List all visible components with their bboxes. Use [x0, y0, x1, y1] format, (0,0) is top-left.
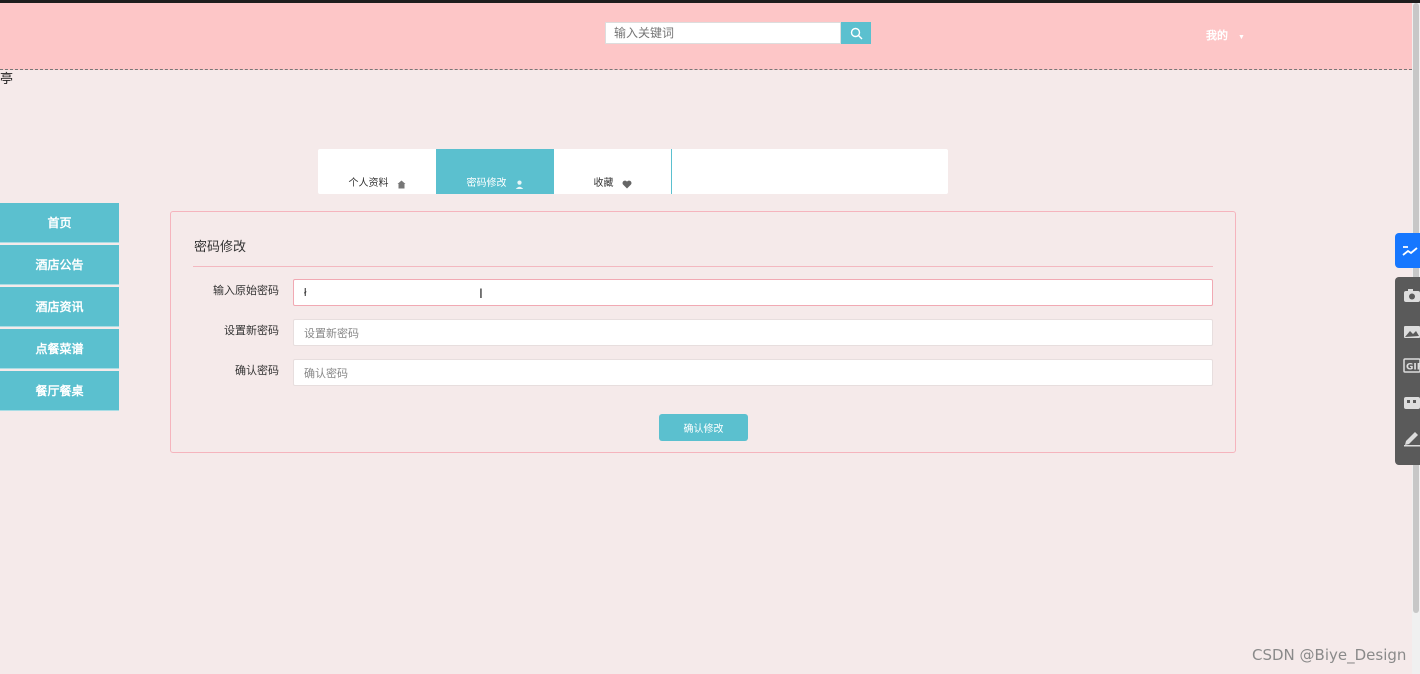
- search-button[interactable]: [841, 22, 871, 44]
- confirm-password-label: 确认密码: [235, 365, 279, 377]
- floating-toolbar: GIF: [1395, 277, 1420, 465]
- sidebar-item-home[interactable]: 首页: [0, 203, 119, 243]
- trend-icon: [1402, 245, 1418, 256]
- form-row-confirm-password: 确认密码 确认密码: [171, 359, 1237, 387]
- stray-text: 亭: [0, 71, 14, 86]
- sidebar-item-hotel-news[interactable]: 酒店资讯: [0, 287, 119, 327]
- confirm-password-input[interactable]: 确认密码: [293, 359, 1213, 386]
- profile-tabs: 个人资料 密码修改 收藏: [318, 149, 948, 194]
- user-menu[interactable]: 我的 ▼: [1206, 27, 1245, 43]
- floating-share-button[interactable]: [1395, 233, 1420, 268]
- gif-icon[interactable]: GIF: [1403, 357, 1420, 374]
- tab-label: 收藏: [593, 178, 614, 189]
- sidebar-item-menu[interactable]: 点餐菜谱: [0, 329, 119, 369]
- user-icon: [515, 180, 524, 189]
- sidebar-nav: 首页 酒店公告 酒店资讯 点餐菜谱 餐厅餐桌: [0, 203, 119, 413]
- confirm-change-button[interactable]: 确认修改: [659, 414, 748, 441]
- pen-icon[interactable]: [1403, 430, 1420, 447]
- password-form-panel: 密码修改 输入原始密码 ł Ι 设置新密码 设置新密码 确认密码 确认密码 确认…: [170, 211, 1236, 453]
- search-input[interactable]: [605, 22, 841, 44]
- chevron-down-icon: ▼: [1238, 34, 1245, 41]
- divider: [193, 266, 1213, 267]
- top-header: 我的 ▼: [0, 3, 1412, 70]
- tab-favorites[interactable]: 收藏: [554, 149, 672, 194]
- old-password-label: 输入原始密码: [213, 285, 279, 297]
- form-row-old-password: 输入原始密码 ł Ι: [171, 279, 1237, 307]
- heart-icon: [622, 180, 632, 189]
- search-bar: [605, 22, 871, 46]
- old-password-value: ł: [304, 286, 307, 299]
- image-icon[interactable]: [1403, 323, 1420, 340]
- form-title: 密码修改: [194, 239, 247, 254]
- form-row-new-password: 设置新密码 设置新密码: [171, 319, 1237, 347]
- svg-text:GIF: GIF: [1406, 363, 1420, 373]
- tab-password[interactable]: 密码修改: [436, 149, 554, 194]
- watermark: CSDN @Biye_Design: [1252, 646, 1407, 664]
- text-cursor-icon: Ι: [479, 285, 483, 301]
- sidebar-item-tables[interactable]: 餐厅餐桌: [0, 371, 119, 411]
- video-icon[interactable]: [1403, 394, 1420, 411]
- old-password-input[interactable]: ł Ι: [293, 279, 1213, 306]
- new-password-input[interactable]: 设置新密码: [293, 319, 1213, 346]
- search-icon: [850, 27, 862, 39]
- home-icon: [397, 180, 406, 189]
- tab-label: 个人资料: [348, 178, 389, 189]
- tab-profile[interactable]: 个人资料: [318, 149, 436, 194]
- new-password-label: 设置新密码: [224, 325, 279, 337]
- tab-label: 密码修改: [466, 178, 507, 189]
- user-menu-label: 我的: [1206, 30, 1228, 42]
- camera-icon[interactable]: [1403, 287, 1420, 304]
- sidebar-item-hotel-notices[interactable]: 酒店公告: [0, 245, 119, 285]
